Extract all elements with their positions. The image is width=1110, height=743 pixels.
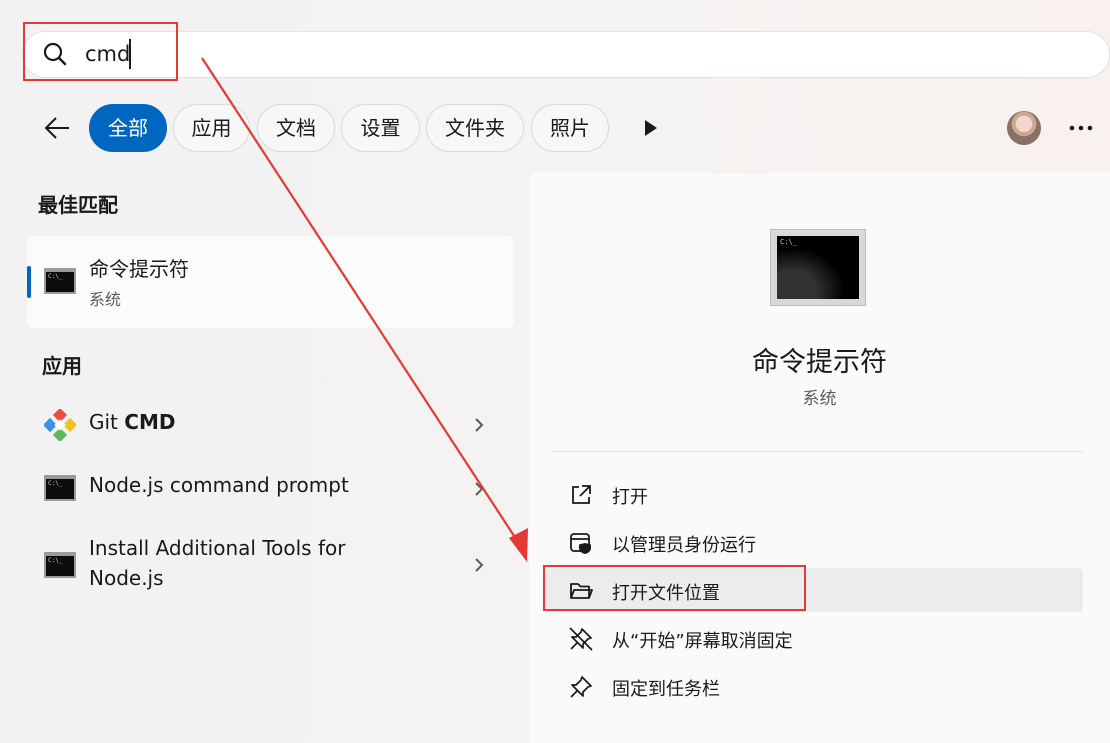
cmd-large-icon [770, 229, 866, 306]
annotation-highlight-open-location [543, 565, 806, 611]
open-external-icon [572, 485, 591, 504]
selection-indicator [27, 266, 31, 298]
app-item-title-line1: Install Additional Tools for [89, 536, 346, 560]
shield-icon [570, 533, 591, 554]
best-match-title: 命令提示符 [89, 257, 189, 281]
user-avatar[interactable] [1007, 111, 1041, 145]
cmd-icon [44, 552, 76, 578]
app-item-title: Node.js command prompt [89, 473, 349, 497]
filter-chip-all[interactable]: 全部 [89, 104, 167, 152]
more-filters-play-icon[interactable] [643, 119, 659, 137]
app-item-title: Git CMD [89, 410, 176, 434]
filter-chip-settings[interactable]: 设置 [341, 104, 420, 152]
cmd-icon [44, 475, 76, 501]
filter-chip-photos[interactable]: 照片 [531, 104, 609, 152]
action-label: 固定到任务栏 [612, 679, 720, 700]
action-label: 从“开始”屏幕取消固定 [612, 631, 793, 652]
details-divider [552, 451, 1082, 452]
action-label: 打开 [612, 487, 648, 508]
filter-chip-apps[interactable]: 应用 [173, 104, 250, 152]
filter-chip-documents[interactable]: 文档 [257, 104, 335, 152]
back-arrow-icon[interactable] [42, 113, 72, 143]
unpin-icon [569, 627, 593, 651]
best-match-card[interactable] [27, 236, 514, 328]
action-label: 以管理员身份运行 [612, 535, 756, 556]
chevron-right-icon[interactable] [472, 480, 486, 498]
pin-icon [570, 676, 592, 698]
chevron-right-icon[interactable] [472, 556, 486, 574]
details-app-category: 系统 [802, 389, 837, 409]
apps-heading: 应用 [42, 354, 82, 378]
app-item-title-line2: Node.js [89, 566, 164, 590]
best-match-subtitle: 系统 [89, 290, 122, 309]
search-box[interactable] [22, 31, 1110, 78]
filter-chip-folders[interactable]: 文件夹 [426, 104, 524, 152]
details-app-name: 命令提示符 [752, 347, 887, 378]
chevron-right-icon[interactable] [472, 416, 486, 434]
git-icon [44, 409, 76, 441]
more-options-icon[interactable] [1068, 124, 1094, 132]
cmd-icon [44, 268, 76, 294]
annotation-highlight-search [23, 22, 178, 81]
best-match-heading: 最佳匹配 [38, 193, 118, 217]
